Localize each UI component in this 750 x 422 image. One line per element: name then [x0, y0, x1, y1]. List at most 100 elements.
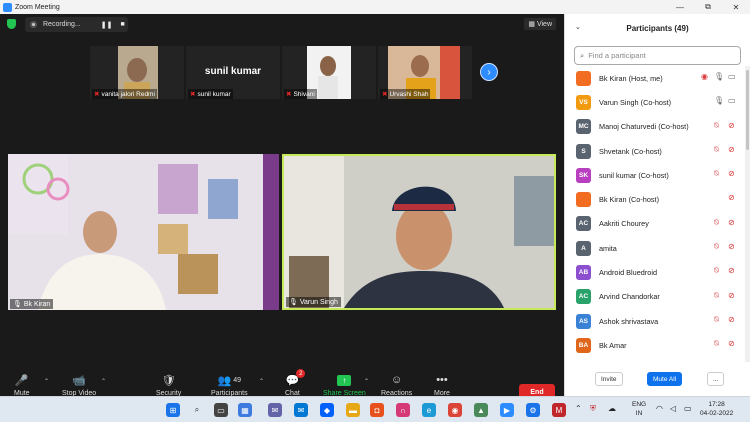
settings-icon[interactable]: ⚙ [526, 403, 540, 417]
video-options-caret[interactable]: ⌃ [101, 378, 106, 385]
participant-row[interactable]: AB Android Bluedroid ⍉ ⊘ [565, 260, 745, 284]
participant-row[interactable]: VS Varun Singh (Co-host) 🎙 ▭ [565, 90, 745, 114]
antivirus-icon[interactable]: M [552, 403, 566, 417]
participant-video [8, 154, 279, 310]
participant-name: Shvetank (Co-host) [599, 146, 662, 156]
volume-icon[interactable]: ◁ [670, 404, 676, 413]
security-button[interactable]: 🛡 Security [156, 372, 181, 398]
search-icon: ⌕ [580, 50, 585, 60]
more-button[interactable]: ••• More [434, 372, 450, 397]
video-tile[interactable]: ✖ Urvashi Shah [378, 46, 472, 99]
muted-mic-icon[interactable]: ⍉ [714, 242, 719, 252]
participant-row[interactable]: Bk Kiran (Co-host) ⊘ [565, 187, 745, 211]
video-off-icon[interactable]: ⊘ [728, 242, 735, 251]
search-icon[interactable]: ⌕ [190, 403, 204, 417]
participants-icon: 👥 49 [217, 374, 242, 387]
photos-icon[interactable]: ▲ [474, 403, 488, 417]
teams-chat-icon[interactable]: ✉ [268, 403, 282, 417]
video-off-icon[interactable]: ⊘ [728, 193, 735, 202]
muted-mic-icon: ✖ [286, 91, 292, 98]
video-camera-icon[interactable]: ▭ [728, 72, 736, 81]
scrollbar-thumb[interactable] [746, 70, 749, 150]
tile-display-name: sunil kumar [204, 66, 262, 77]
participants-options-caret[interactable]: ⌃ [259, 378, 264, 385]
microphone-icon[interactable]: 🎙 [714, 72, 724, 81]
video-off-icon[interactable]: ⊘ [728, 169, 735, 178]
mute-button[interactable]: 🎤 Mute [14, 372, 30, 398]
main-video-varun-singh[interactable]: 🎙 Varun Singh [282, 154, 556, 310]
mail-icon[interactable]: ✉ [294, 403, 308, 417]
close-button[interactable]: ✕ [722, 0, 750, 14]
security-shield-icon[interactable] [7, 19, 16, 29]
video-off-icon[interactable]: ⊘ [728, 291, 735, 300]
video-off-icon[interactable]: ⊘ [728, 315, 735, 324]
video-off-icon[interactable]: ⊘ [728, 339, 735, 348]
smiley-plus-icon: ☺ [390, 374, 403, 386]
participant-row[interactable]: AS Ashok shrivastava ⍉ ⊘ [565, 309, 745, 333]
main-video-bk-kiran[interactable]: 🎙 Bk Kiran [8, 154, 279, 310]
chat-button[interactable]: 💬 2 Chat [285, 369, 306, 397]
pause-recording-button[interactable]: ❚❚ [101, 21, 113, 29]
video-tile[interactable]: sunil kumar ✖ sunil kumar [186, 46, 280, 99]
battery-icon[interactable]: ▭ [684, 404, 692, 413]
muted-mic-icon[interactable]: ⍉ [714, 121, 719, 131]
muted-mic-icon[interactable]: ⍉ [714, 266, 719, 276]
muted-mic-icon[interactable]: ⍉ [714, 315, 719, 325]
participant-row[interactable]: MC Manoj Chaturvedi (Co-host) ⍉ ⊘ [565, 115, 745, 139]
participant-row[interactable]: SK sunil kumar (Co-host) ⍉ ⊘ [565, 163, 745, 187]
chrome-browser-icon[interactable]: ◉ [448, 403, 462, 417]
invite-button[interactable]: Invite [595, 372, 623, 386]
panel-footer: Invite Mute All ... [565, 370, 750, 392]
share-options-caret[interactable]: ⌃ [364, 378, 369, 385]
video-off-icon[interactable]: ⊘ [728, 266, 735, 275]
panel-more-button[interactable]: ... [707, 372, 725, 386]
chevron-down-icon[interactable]: ⌄ [575, 23, 581, 31]
participant-row[interactable]: S Shvetank (Co-host) ⍉ ⊘ [565, 139, 745, 163]
file-explorer-icon[interactable]: ▬ [346, 403, 360, 417]
find-participant-input[interactable]: ⌕ Find a participant [574, 46, 741, 65]
participant-row[interactable]: AC Arvind Chandorkar ⍉ ⊘ [565, 285, 745, 309]
headphones-icon[interactable]: ∩ [396, 403, 410, 417]
video-off-icon[interactable]: ⊘ [728, 218, 735, 227]
reactions-button[interactable]: ☺ Reactions [381, 372, 412, 397]
next-page-button[interactable]: › [480, 63, 498, 81]
participant-row[interactable]: Bk Kiran (Host, me) ◉ 🎙 ▭ [565, 66, 745, 90]
muted-mic-icon[interactable]: ⍉ [714, 145, 719, 155]
view-button[interactable]: ▦ View [524, 18, 556, 30]
muted-mic-icon[interactable]: ⍉ [714, 291, 719, 301]
video-off-icon[interactable]: ⊘ [728, 145, 735, 154]
muted-mic-icon[interactable]: ⍉ [714, 169, 719, 179]
mute-all-button[interactable]: Mute All [647, 372, 683, 386]
widgets-icon[interactable]: ▦ [238, 403, 252, 417]
muted-mic-icon[interactable]: ⍉ [714, 218, 719, 228]
video-camera-icon[interactable]: ▭ [728, 96, 736, 105]
microphone-icon[interactable]: 🎙 [714, 96, 724, 105]
tray-chevron-icon[interactable]: ⌃ [575, 404, 582, 413]
minimize-button[interactable]: — [666, 0, 694, 14]
clock[interactable]: 17:28 04-02-2022 [700, 400, 733, 418]
participant-row[interactable]: BA Bk Amar ⍉ ⊘ [565, 333, 745, 357]
windows-start-icon[interactable]: ⊞ [166, 403, 180, 417]
stop-video-button[interactable]: 📹 Stop Video [62, 372, 96, 398]
restore-button[interactable]: ⧉ [694, 0, 722, 14]
wifi-icon[interactable]: ◠ [656, 404, 663, 413]
office-icon[interactable]: ◘ [370, 403, 384, 417]
tray-cloud-icon[interactable]: ☁ [608, 404, 616, 413]
muted-mic-icon[interactable]: ⍉ [714, 339, 719, 349]
stop-recording-button[interactable]: ■ [120, 21, 124, 28]
video-tile[interactable]: ✖ vanita jalori Redmi [90, 46, 184, 99]
audio-options-caret[interactable]: ⌃ [44, 378, 49, 385]
video-tile[interactable]: ✖ Shivani [282, 46, 376, 99]
share-screen-button[interactable]: ↑ Share Screen [323, 372, 366, 397]
dropbox-icon[interactable]: ◆ [320, 403, 334, 417]
participant-row[interactable]: AC Aakriti Chourey ⍉ ⊘ [565, 212, 745, 236]
avatar: AC [576, 289, 591, 305]
zoom-taskbar-icon[interactable]: ▶ [500, 403, 514, 417]
language-indicator[interactable]: ENG IN [632, 400, 646, 418]
participant-row[interactable]: Aamita ⍉ ⊘ [565, 236, 745, 260]
tray-shield-icon[interactable]: ⛨ [590, 404, 596, 413]
video-off-icon[interactable]: ⊘ [728, 121, 735, 130]
edge-browser-icon[interactable]: e [422, 403, 436, 417]
task-view-icon[interactable]: ▭ [214, 403, 228, 417]
participants-button[interactable]: 👥 49 Participants [211, 372, 248, 398]
